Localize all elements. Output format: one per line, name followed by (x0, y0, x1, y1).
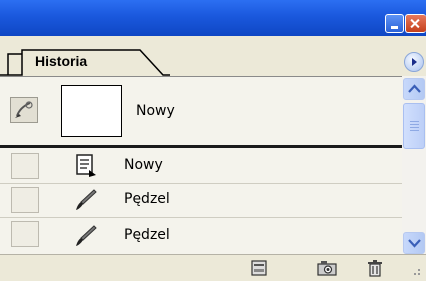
history-source-checkbox[interactable] (11, 221, 39, 247)
chevron-down-icon (408, 239, 421, 248)
panel-menu-arrow-icon[interactable] (404, 52, 424, 72)
new-document-from-state-icon[interactable] (250, 260, 268, 276)
history-state-row[interactable]: Nowy (0, 149, 402, 183)
delete-state-icon[interactable] (367, 260, 383, 277)
vertical-scrollbar[interactable] (402, 76, 426, 254)
brush-icon (76, 189, 97, 210)
snapshot-row[interactable]: Nowy (0, 77, 402, 143)
history-source-checkbox[interactable] (11, 187, 39, 213)
chevron-up-icon (408, 84, 421, 93)
snapshot-thumbnail (61, 85, 122, 137)
scroll-down-button[interactable] (403, 232, 425, 254)
history-state-row[interactable]: Pędzel (0, 217, 402, 255)
brush-icon (76, 225, 97, 246)
snapshot-separator (0, 145, 402, 148)
tab-historia[interactable]: Historia (35, 53, 87, 69)
history-state-label: Pędzel (124, 227, 170, 243)
window-title-bar (0, 0, 426, 36)
minimize-icon[interactable] (385, 14, 404, 33)
panel-tab-strip: Historia (0, 36, 426, 76)
snapshot-label: Nowy (136, 103, 175, 119)
history-state-label: Nowy (124, 157, 163, 173)
history-list: Nowy Nowy Pędzel Pędzel (0, 76, 402, 255)
resize-grip-icon[interactable] (408, 267, 422, 277)
create-snapshot-icon[interactable] (317, 260, 337, 276)
history-toolbar (0, 254, 426, 281)
new-document-icon (76, 154, 96, 177)
history-source-checkbox[interactable] (11, 153, 39, 179)
scroll-up-button[interactable] (403, 78, 425, 100)
scroll-thumb[interactable] (403, 103, 425, 149)
close-icon[interactable] (405, 14, 426, 33)
history-state-label: Pędzel (124, 191, 170, 207)
history-state-row[interactable]: Pędzel (0, 183, 402, 217)
history-brush-icon[interactable] (10, 97, 38, 123)
